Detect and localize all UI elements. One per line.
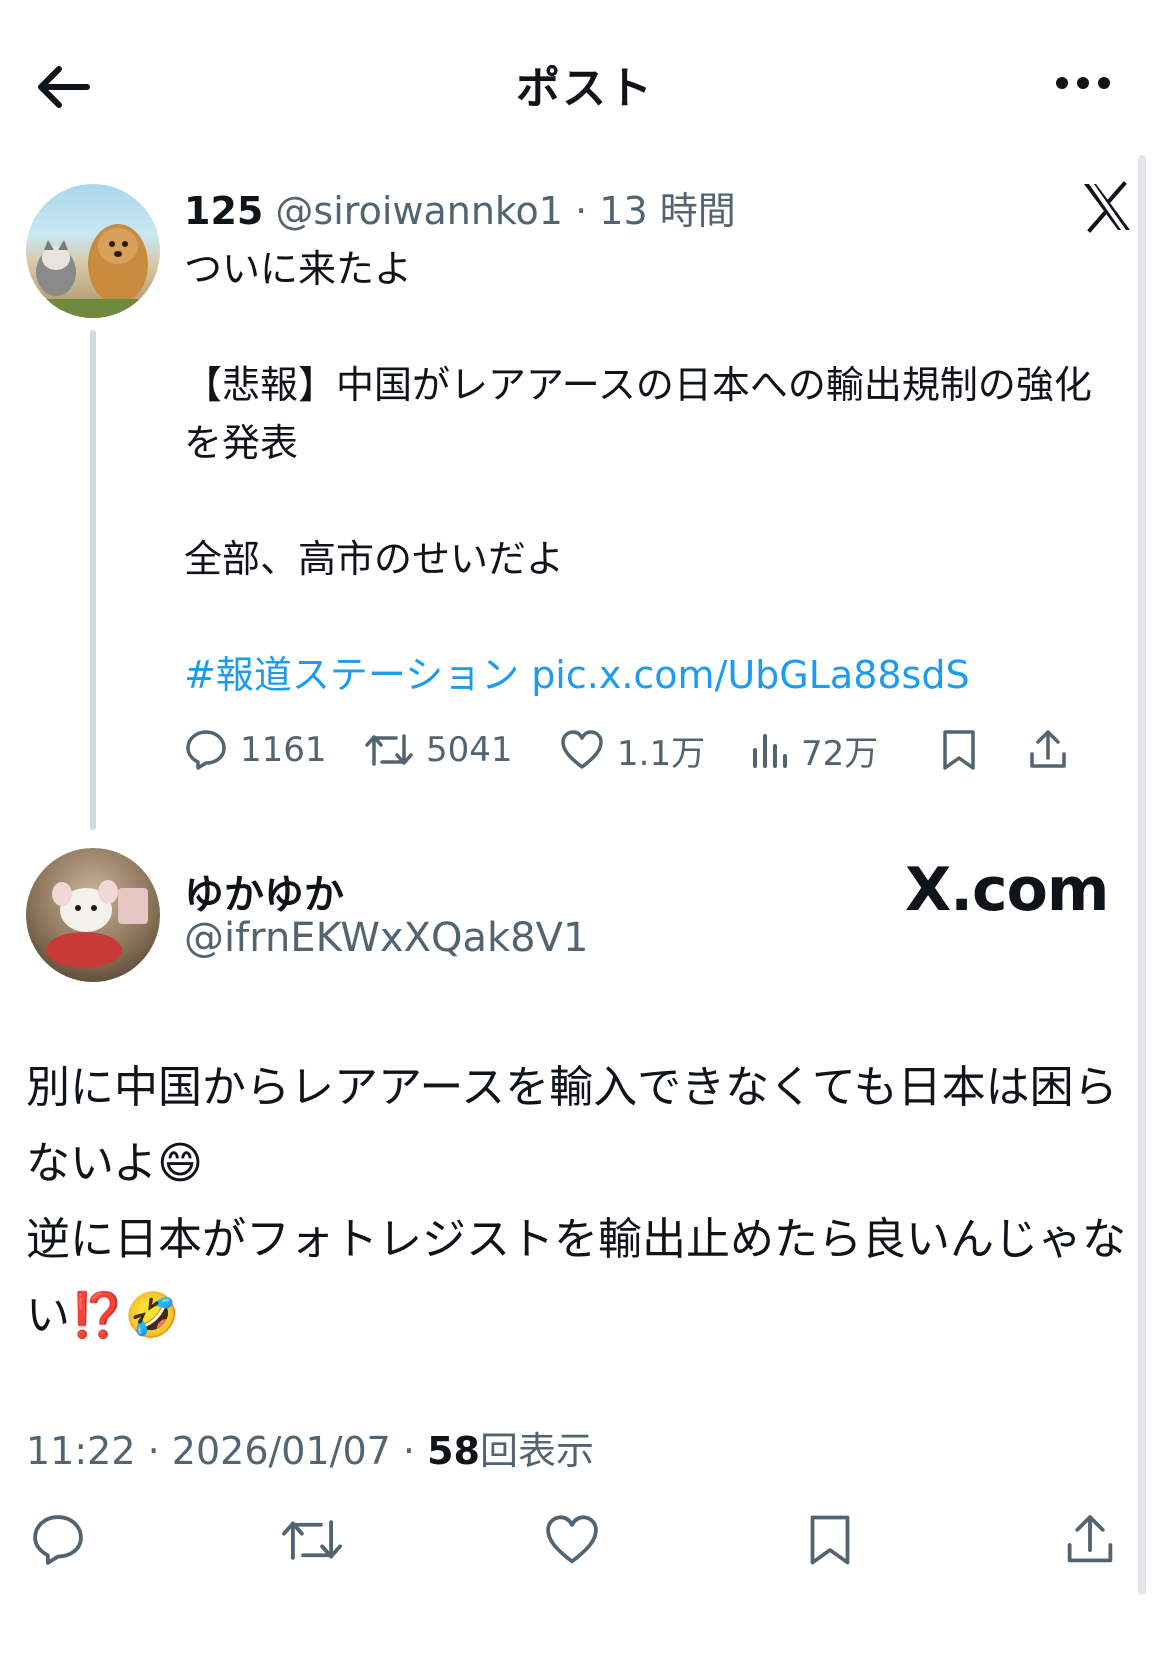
share-icon xyxy=(1030,730,1066,768)
analytics-icon xyxy=(753,734,787,768)
thread-line xyxy=(90,330,96,830)
repost-button[interactable] xyxy=(272,1500,352,1580)
more-options-button[interactable] xyxy=(1048,58,1118,108)
post-body: ついに来たよ 【悲報】中国がレアアースの日本への輸出規制の強化を発表 全部、高市… xyxy=(184,247,1092,581)
bookmark-icon xyxy=(810,1515,850,1565)
view-count: 58 xyxy=(427,1429,480,1473)
share-button[interactable] xyxy=(1026,720,1070,780)
repost-icon xyxy=(282,1520,342,1560)
bookmark-button[interactable] xyxy=(939,720,979,780)
x-logo-icon xyxy=(1080,180,1140,240)
bookmark-button[interactable] xyxy=(790,1500,870,1580)
quoted-post-actions: 1161 5041 1.1万 72万 xyxy=(184,720,1144,780)
reply-icon xyxy=(33,1515,83,1565)
heart-icon xyxy=(546,1515,598,1564)
pic-link[interactable]: pic.x.com/UbGLa88sdS xyxy=(531,653,969,697)
reply-button[interactable] xyxy=(18,1500,98,1580)
reply-icon xyxy=(186,730,226,770)
header: ポスト xyxy=(0,0,1170,150)
display-name[interactable]: 125 xyxy=(184,189,263,233)
like-count: 1.1万 xyxy=(617,733,706,774)
quoted-post-text: ついに来たよ 【悲報】中国がレアアースの日本への輸出規制の強化を発表 全部、高市… xyxy=(184,240,1104,704)
post-timestamp: 11:22 · 2026/01/07 · 58回表示 xyxy=(26,1420,594,1475)
reply-post-actions xyxy=(0,1500,1170,1580)
bookmark-icon xyxy=(943,730,975,770)
reply-post-text: 別に中国からレアアースを輸入できなくても日本は困らないよ😄 逆に日本がフォトレジ… xyxy=(26,1062,1126,1341)
view-label: 回表示 xyxy=(480,1429,595,1473)
separator: · xyxy=(575,189,588,233)
avatar-photo xyxy=(46,880,148,968)
reply-count: 1161 xyxy=(240,730,327,770)
repost-count: 5041 xyxy=(426,730,513,770)
share-icon xyxy=(1067,1515,1113,1563)
like-button[interactable] xyxy=(532,1500,612,1580)
repost-button[interactable]: 5041 xyxy=(364,720,513,780)
reply-button[interactable]: 1161 xyxy=(184,720,327,780)
more-horizontal-icon xyxy=(1056,77,1110,89)
post-date: 2026/01/07 xyxy=(171,1429,391,1473)
like-button[interactable]: 1.1万 xyxy=(559,720,705,780)
separator: · xyxy=(147,1429,160,1473)
heart-icon xyxy=(561,730,603,769)
views-count: 72万 xyxy=(801,733,879,774)
hashtag-link[interactable]: #報道ステーション xyxy=(184,653,519,697)
scrollbar[interactable] xyxy=(1138,155,1146,1595)
share-button[interactable] xyxy=(1050,1500,1130,1580)
views-button[interactable]: 72万 xyxy=(749,720,878,780)
page-title: ポスト xyxy=(516,63,654,114)
time-ago: 13 時間 xyxy=(599,189,736,233)
separator: · xyxy=(402,1429,416,1473)
quoted-post-header: 125 @siroiwannko1 · 13 時間 xyxy=(184,180,736,235)
handle[interactable]: @siroiwannko1 xyxy=(275,189,563,233)
avatar[interactable] xyxy=(26,848,160,982)
avatar[interactable] xyxy=(26,184,160,318)
xcom-watermark: X.com xyxy=(905,855,1109,925)
handle[interactable]: @ifrnEKWxXQak8V1 xyxy=(184,915,588,961)
repost-icon xyxy=(365,734,413,766)
display-name[interactable]: ゆかゆか xyxy=(184,862,344,920)
post-time: 11:22 xyxy=(26,1429,136,1473)
avatar-photo xyxy=(26,224,160,318)
